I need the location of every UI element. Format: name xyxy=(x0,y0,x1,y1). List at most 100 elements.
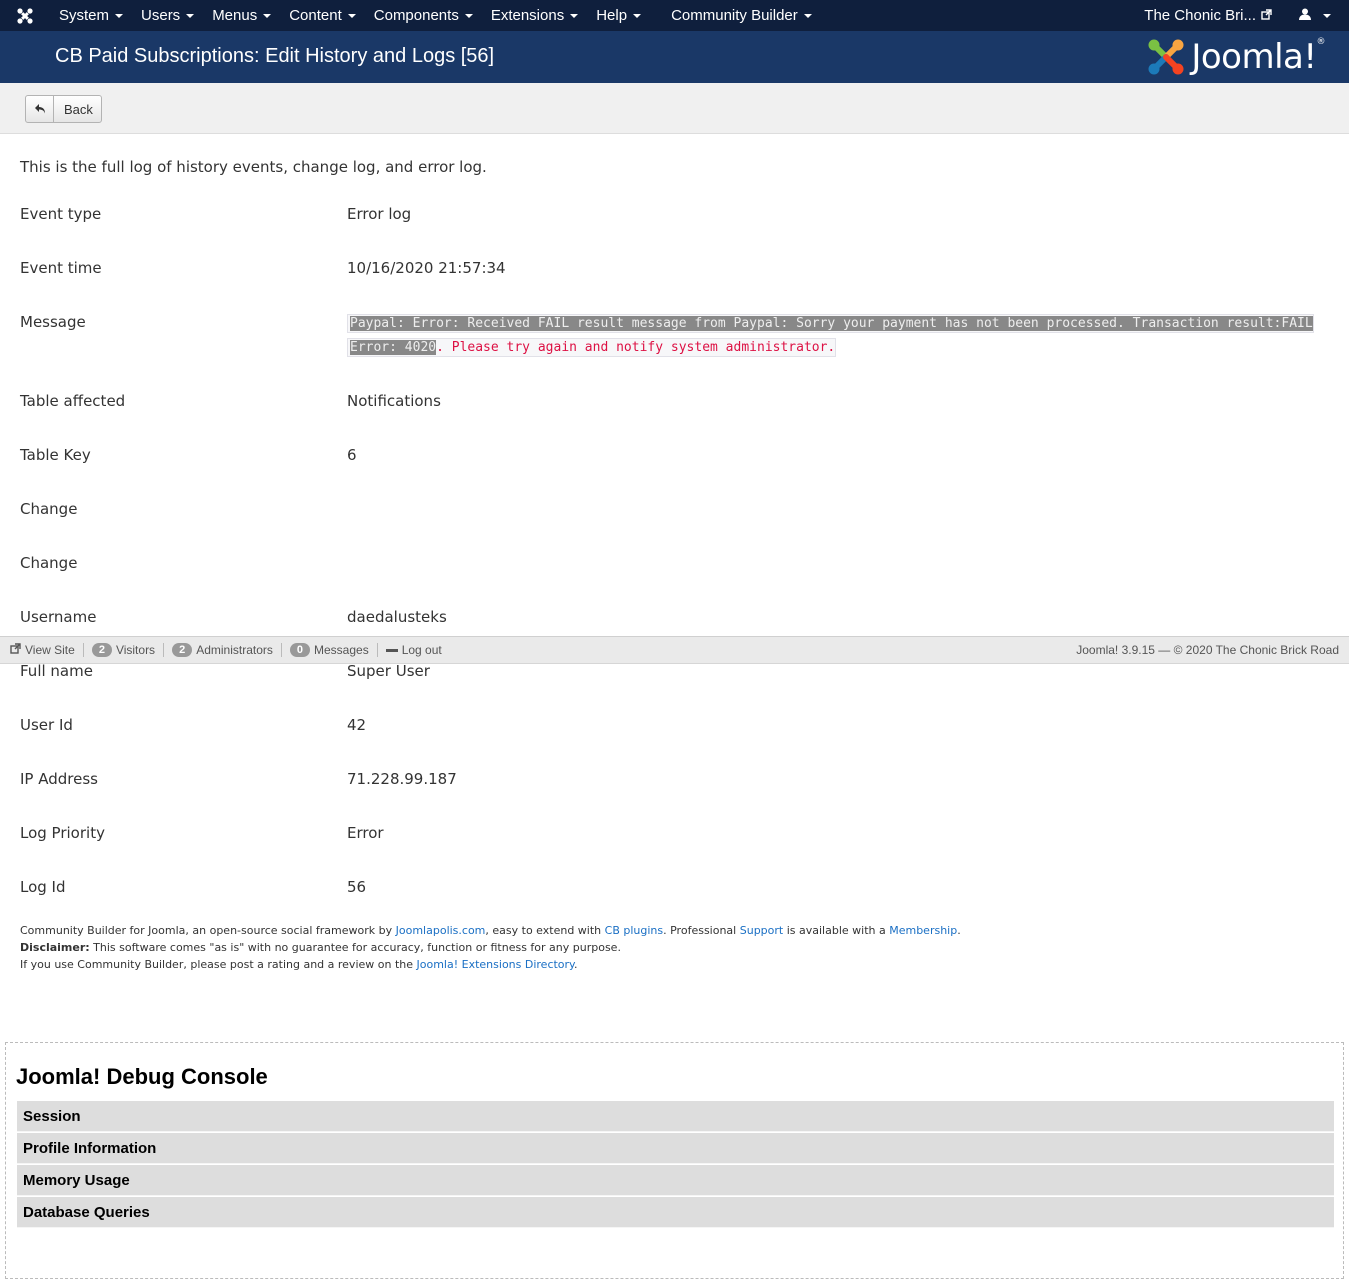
menu-users-label: Users xyxy=(141,7,181,24)
message-code: Paypal: Error: Received FAIL result mess… xyxy=(347,312,1337,360)
joomla-trademark: ® xyxy=(1316,37,1326,47)
view-site-link[interactable]: View Site xyxy=(0,636,83,664)
version-info: Joomla! 3.9.15 — © 2020 The Chonic Brick… xyxy=(1076,643,1339,657)
message-code-line-2: Error: 4020. Please try again and notify… xyxy=(347,338,837,357)
field-label: Change xyxy=(20,500,78,518)
back-button[interactable]: Back xyxy=(25,95,102,123)
debug-section-profile[interactable]: Profile Information xyxy=(17,1133,1334,1164)
footer-text: . Professional xyxy=(663,924,740,937)
field-value: 42 xyxy=(347,716,367,734)
minus-icon xyxy=(385,648,398,652)
field-value: Error xyxy=(347,824,384,842)
debug-section-session[interactable]: Session xyxy=(17,1101,1334,1132)
site-link[interactable]: The Chonic Bri... xyxy=(1135,0,1290,31)
footer-text: . xyxy=(574,958,578,971)
support-link[interactable]: Support xyxy=(740,924,783,937)
logout-link[interactable]: Log out xyxy=(378,636,450,664)
field-label: Table affected xyxy=(20,392,126,410)
debug-section-memory[interactable]: Memory Usage xyxy=(17,1165,1334,1196)
administrators-badge: 2 xyxy=(172,643,193,657)
caret-down-icon xyxy=(464,13,473,18)
field-value: 56 xyxy=(347,878,367,896)
debug-console: Joomla! Debug Console Session Profile In… xyxy=(5,1042,1344,1279)
visitors-link[interactable]: 2 Visitors xyxy=(84,636,163,664)
footer-text: is available with a xyxy=(783,924,890,937)
page-title: CB Paid Subscriptions: Edit History and … xyxy=(55,45,495,67)
menu-community-builder-label: Community Builder xyxy=(671,7,798,24)
menu-extensions-label: Extensions xyxy=(490,7,565,24)
cb-plugins-link[interactable]: CB plugins xyxy=(605,924,663,937)
messages-badge: 0 xyxy=(289,643,310,657)
field-value: daedalusteks xyxy=(347,608,447,626)
logout-label: Log out xyxy=(401,643,442,657)
back-arrow-icon xyxy=(26,96,54,122)
field-label: Log Priority xyxy=(20,824,105,842)
joomlapolis-link[interactable]: Joomlapolis.com xyxy=(396,924,486,937)
menu-content-label: Content xyxy=(289,7,342,24)
joomla-icon[interactable] xyxy=(0,0,50,31)
message-code-line-1: Paypal: Error: Received FAIL result mess… xyxy=(347,314,1314,333)
visitors-badge: 2 xyxy=(91,643,112,657)
footer-line-1: Community Builder for Joomla, an open-so… xyxy=(20,922,961,939)
field-label: Event type xyxy=(20,205,102,223)
field-label: Username xyxy=(20,608,97,626)
page-header: CB Paid Subscriptions: Edit History and … xyxy=(0,31,1349,83)
debug-section-queries[interactable]: Database Queries xyxy=(17,1197,1334,1228)
menu-content[interactable]: Content xyxy=(280,0,365,31)
caret-down-icon xyxy=(186,13,195,18)
disclaimer-label: Disclaimer: xyxy=(20,941,90,954)
view-site-label: View Site xyxy=(25,643,75,657)
joomla-wordmark: Joomla!® xyxy=(1191,37,1325,77)
field-label: Full name xyxy=(20,662,93,680)
field-value: Error log xyxy=(347,205,412,223)
top-navbar: System Users Menus Content Components Ex… xyxy=(0,0,1349,31)
debug-title: Joomla! Debug Console xyxy=(16,1064,268,1089)
administrators-link[interactable]: 2 Administrators xyxy=(164,636,281,664)
messages-label: Messages xyxy=(314,643,369,657)
back-button-label: Back xyxy=(64,101,93,117)
footer-text: Community Builder for Joomla, an open-so… xyxy=(20,924,396,937)
menu-components-label: Components xyxy=(373,7,459,24)
menu-system[interactable]: System xyxy=(50,0,132,31)
status-bar: View Site 2 Visitors 2 Administrators 0 … xyxy=(0,636,1349,664)
external-link-icon xyxy=(10,643,21,657)
menu-help-label: Help xyxy=(596,7,628,24)
menu-menus-label: Menus xyxy=(212,7,258,24)
menu-users[interactable]: Users xyxy=(132,0,203,31)
caret-down-icon xyxy=(115,13,124,18)
field-label: Message xyxy=(20,313,86,331)
jed-link[interactable]: Joomla! Extensions Directory xyxy=(417,958,574,971)
menu-system-label: System xyxy=(59,7,110,24)
caret-down-icon xyxy=(633,13,642,18)
messages-link[interactable]: 0 Messages xyxy=(282,636,377,664)
intro-text: This is the full log of history events, … xyxy=(20,158,487,176)
field-value: Super User xyxy=(347,662,430,680)
menu-community-builder[interactable]: Community Builder xyxy=(662,0,821,31)
footer-line-3: If you use Community Builder, please pos… xyxy=(20,956,961,973)
caret-down-icon xyxy=(347,13,356,18)
cb-footer: Community Builder for Joomla, an open-so… xyxy=(20,922,961,973)
joomla-wordmark-text: Joomla! xyxy=(1191,37,1317,77)
field-label: User Id xyxy=(20,716,73,734)
field-label: IP Address xyxy=(20,770,98,788)
message-selected-text: Paypal: Error: Received FAIL result mess… xyxy=(350,316,1313,331)
footer-line-2: Disclaimer: This software comes "as is" … xyxy=(20,939,961,956)
user-menu[interactable] xyxy=(1290,0,1349,31)
field-label: Table Key xyxy=(20,446,91,464)
caret-down-icon xyxy=(803,13,812,18)
message-rest-text: . Please try again and notify system adm… xyxy=(436,340,836,355)
menu-extensions[interactable]: Extensions xyxy=(482,0,587,31)
membership-link[interactable]: Membership xyxy=(889,924,957,937)
field-label: Log Id xyxy=(20,878,66,896)
caret-down-icon xyxy=(263,13,272,18)
administrators-label: Administrators xyxy=(196,643,273,657)
joomla-logo-icon xyxy=(1148,39,1184,75)
toolbar: Back xyxy=(0,83,1349,134)
menu-help[interactable]: Help xyxy=(587,0,650,31)
disclaimer-text: This software comes "as is" with no guar… xyxy=(89,941,621,954)
field-value: 10/16/2020 21:57:34 xyxy=(347,259,506,277)
menu-menus[interactable]: Menus xyxy=(203,0,280,31)
menu-components[interactable]: Components xyxy=(365,0,482,31)
caret-down-icon xyxy=(1323,13,1331,18)
field-value: 6 xyxy=(347,446,357,464)
